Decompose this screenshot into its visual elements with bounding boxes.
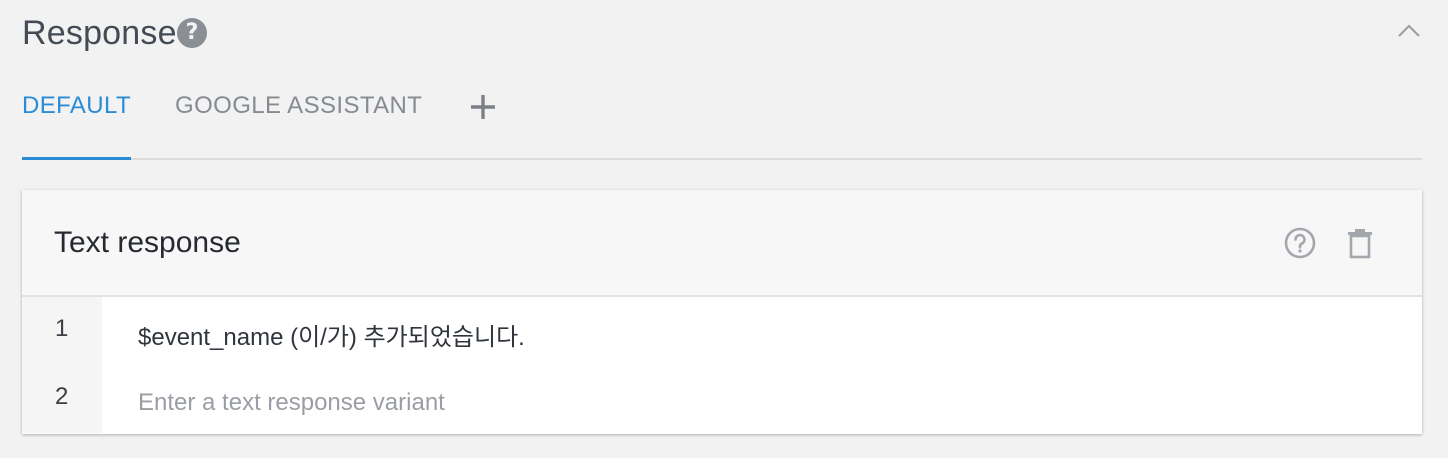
tab-default[interactable]: DEFAULT	[22, 92, 132, 160]
trash-icon[interactable]	[1343, 226, 1377, 260]
help-icon[interactable]: ?	[177, 18, 207, 48]
response-variant-input[interactable]	[102, 365, 1422, 433]
row-number: 2	[22, 365, 102, 433]
response-tabs: DEFAULT GOOGLE ASSISTANT	[22, 84, 1422, 160]
chevron-up-icon[interactable]	[1394, 16, 1424, 46]
card-title: Text response	[54, 226, 241, 259]
row-number: 1	[22, 297, 102, 365]
add-tab-plus-icon[interactable]	[468, 92, 498, 122]
section-title: Response	[22, 14, 177, 52]
card-header: Text response	[22, 190, 1422, 297]
help-circle-icon[interactable]	[1283, 226, 1317, 260]
response-row-2: 2	[22, 365, 1422, 433]
tab-google-assistant[interactable]: GOOGLE ASSISTANT	[175, 92, 422, 158]
text-response-card: Text response 1 $event_name (이/가) 추가되었습니…	[22, 190, 1422, 434]
response-section-header: Response ?	[22, 10, 1424, 56]
response-text-field[interactable]: $event_name (이/가) 추가되었습니다.	[102, 297, 1422, 365]
response-row-1: 1 $event_name (이/가) 추가되었습니다.	[22, 297, 1422, 365]
